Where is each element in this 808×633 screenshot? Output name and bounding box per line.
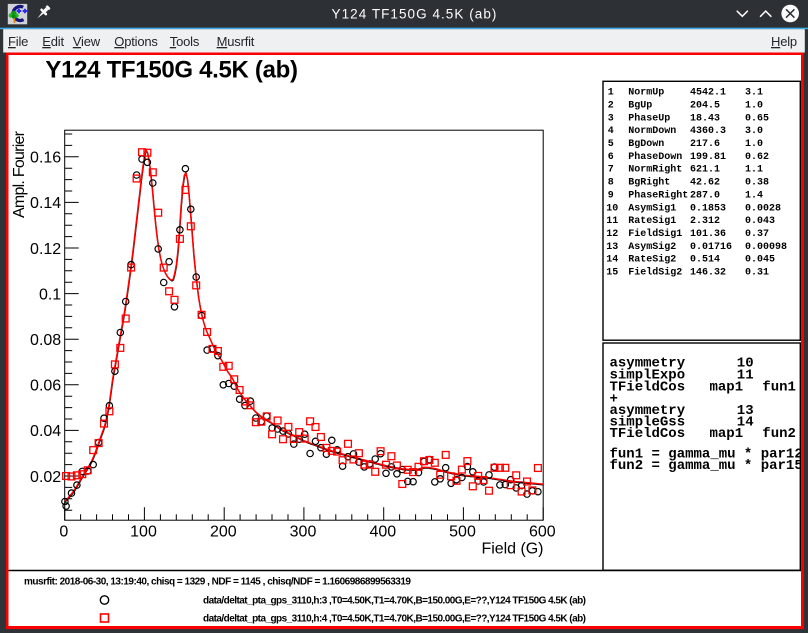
svg-text:Field (G): Field (G) xyxy=(482,540,544,557)
svg-text:Help: Help xyxy=(771,34,797,49)
svg-text:300: 300 xyxy=(290,523,317,540)
svg-text:Ampl. Fourier: Ampl. Fourier xyxy=(11,130,28,218)
svg-text:Options: Options xyxy=(114,34,158,49)
svg-text:0.06: 0.06 xyxy=(30,378,61,395)
svg-text:File: File xyxy=(8,34,28,49)
svg-text:0: 0 xyxy=(59,523,68,540)
svg-text:500: 500 xyxy=(449,523,476,540)
svg-text:data/deltat_pta_gps_3110,h:3 ,: data/deltat_pta_gps_3110,h:3 ,T0=4.50K,T… xyxy=(203,595,586,606)
svg-text:200: 200 xyxy=(210,523,237,540)
svg-text:Tools: Tools xyxy=(170,34,200,49)
svg-text:View: View xyxy=(73,34,101,49)
svg-text:musrfit: 2018-06-30, 13:19:40,: musrfit: 2018-06-30, 13:19:40, chisq = 1… xyxy=(24,577,411,588)
svg-text:600: 600 xyxy=(529,523,556,540)
svg-text:0.1: 0.1 xyxy=(39,286,61,303)
svg-text:14RateSig20.5140.045: 14RateSig20.5140.045 xyxy=(606,254,775,266)
svg-text:Y124 TF150G 4.5K (ab): Y124 TF150G 4.5K (ab) xyxy=(45,57,298,84)
svg-text:fun2 = gamma_mu * par15: fun2 = gamma_mu * par15 xyxy=(610,458,803,474)
svg-text:0.14: 0.14 xyxy=(30,195,61,212)
svg-text:Musrfit: Musrfit xyxy=(217,34,255,49)
svg-text:11RateSig12.3120.043: 11RateSig12.3120.043 xyxy=(606,215,775,227)
svg-text:0.16: 0.16 xyxy=(30,150,61,167)
svg-text:400: 400 xyxy=(369,523,396,540)
svg-text:Edit: Edit xyxy=(42,34,64,49)
svg-text:0.12: 0.12 xyxy=(30,241,61,258)
svg-text:data/deltat_pta_gps_3110,h:4 ,: data/deltat_pta_gps_3110,h:4 ,T0=4.50K,T… xyxy=(203,613,586,624)
svg-text:0.04: 0.04 xyxy=(30,423,61,440)
svg-text:100: 100 xyxy=(130,523,157,540)
svg-text:0.02: 0.02 xyxy=(30,469,61,486)
svg-text:13AsymSig20.017160.00098: 13AsymSig20.017160.00098 xyxy=(606,241,787,253)
svg-text:10AsymSig10.18530.0028: 10AsymSig10.18530.0028 xyxy=(606,202,781,214)
svg-text:Y124 TF150G 4.5K (ab): Y124 TF150G 4.5K (ab) xyxy=(332,6,498,21)
svg-text:0.08: 0.08 xyxy=(30,332,61,349)
